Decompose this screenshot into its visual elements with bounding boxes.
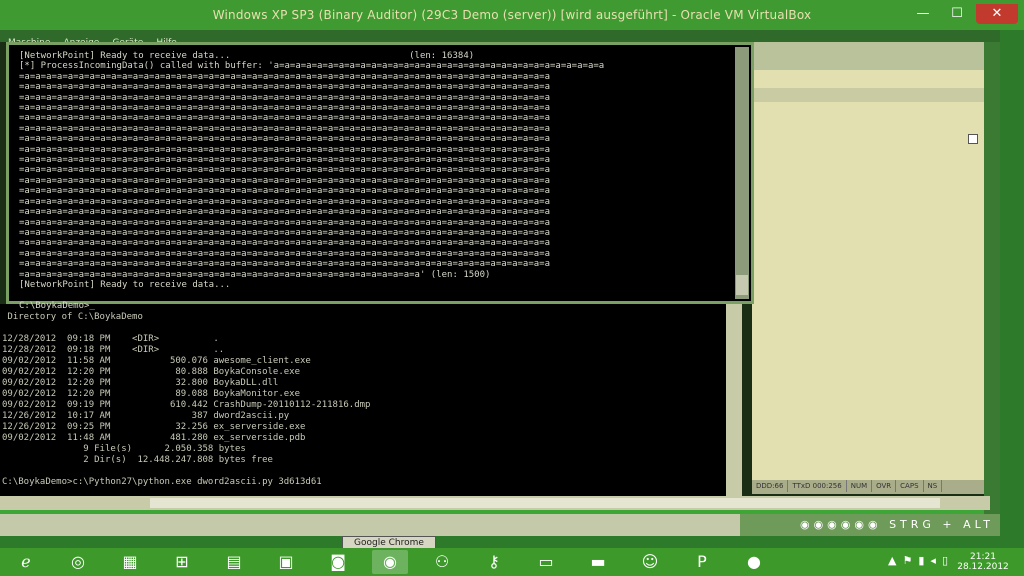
close-button[interactable]: ✕ (976, 4, 1018, 24)
status-ns: NS (924, 480, 943, 492)
vm-status-strip (0, 514, 740, 536)
minimize-button[interactable]: — (906, 4, 940, 24)
scrollbar-thumb[interactable] (736, 275, 748, 295)
chrome-icon[interactable]: ◉ (372, 550, 408, 574)
tablet-icon[interactable]: ◎ (60, 550, 96, 574)
window-frame (984, 42, 1000, 522)
command-prompt-window[interactable]: Directory of C:\BoykaDemo 12/28/2012 09:… (0, 304, 742, 531)
editor-toolbar (752, 42, 984, 70)
vpn-icon[interactable]: ⚇ (424, 550, 460, 574)
clock-time: 21:21 (970, 552, 996, 562)
host-key-label: STRG + ALT (889, 518, 994, 531)
editor-status-bar: DDD:66 TTxD 000:256 NUM OVR CAPS NS (752, 480, 984, 494)
close-icon[interactable] (968, 134, 978, 144)
vertical-scrollbar[interactable] (735, 47, 749, 299)
status-ovr: OVR (872, 480, 897, 492)
editor-tab-bar (752, 88, 984, 102)
maximize-button[interactable]: ☐ (940, 4, 974, 24)
vm-device-icons[interactable]: ◉◉◉◉◉◉ STRG + ALT (800, 518, 994, 531)
person-icon[interactable]: ☺ (632, 550, 668, 574)
windows-xp-icon[interactable]: ⊞ (164, 550, 200, 574)
clock-date: 28.12.2012 (957, 562, 1009, 572)
title-bar[interactable]: Windows XP SP3 (Binary Auditor) (29C3 De… (0, 0, 1024, 30)
keepass-icon[interactable]: ⚷ (476, 550, 512, 574)
evernote-icon[interactable]: ◙ (320, 550, 356, 574)
cmd-icon[interactable]: ▬ (580, 550, 616, 574)
notepad-icon[interactable]: ▤ (216, 550, 252, 574)
vertical-scrollbar[interactable] (726, 304, 742, 496)
editor-pane[interactable]: DDD:66 TTxD 000:256 NUM OVR CAPS NS (752, 42, 984, 494)
horizontal-scrollbar[interactable] (0, 496, 990, 510)
server-console-output: [NetworkPoint] Ready to receive data... … (19, 51, 605, 311)
system-tray[interactable]: ▲⚑▮◂▯ (888, 554, 954, 567)
status-caps: CAPS (896, 480, 924, 492)
menu-bar: Maschine Anzeige Geräte Hilfe (0, 30, 1000, 48)
host-taskbar: ℯ ◎ ▦ ⊞ ▤ ▣ ◙ ◉ ⚇ ⚷ ▭ ▬ ☺ P ● ▲⚑▮◂▯ 21:21 28.12.2012 (0, 548, 1024, 576)
ie-icon[interactable]: ℯ (8, 550, 44, 574)
clock[interactable]: 21:21 28.12.2012 (956, 552, 1010, 572)
scrollbar-thumb[interactable] (150, 498, 940, 508)
terminal-icon[interactable]: ▭ (528, 550, 564, 574)
virtualbox-icon[interactable]: ▣ (268, 550, 304, 574)
window-title: Windows XP SP3 (Binary Auditor) (29C3 De… (212, 8, 812, 22)
status-position: DDD:66 (752, 480, 789, 492)
virtualbox-window: Windows XP SP3 (Binary Auditor) (29C3 De… (0, 0, 1024, 548)
status-selection: TTxD 000:256 (788, 480, 847, 492)
globe-icon[interactable]: ● (736, 550, 772, 574)
server-console-window[interactable]: [NetworkPoint] Ready to receive data... … (6, 42, 754, 311)
status-num: NUM (847, 480, 873, 492)
vm-status-bar: ◉◉◉◉◉◉ STRG + ALT (0, 514, 1000, 536)
powerpoint-icon[interactable]: P (684, 550, 720, 574)
folder-icon[interactable]: ▦ (112, 550, 148, 574)
